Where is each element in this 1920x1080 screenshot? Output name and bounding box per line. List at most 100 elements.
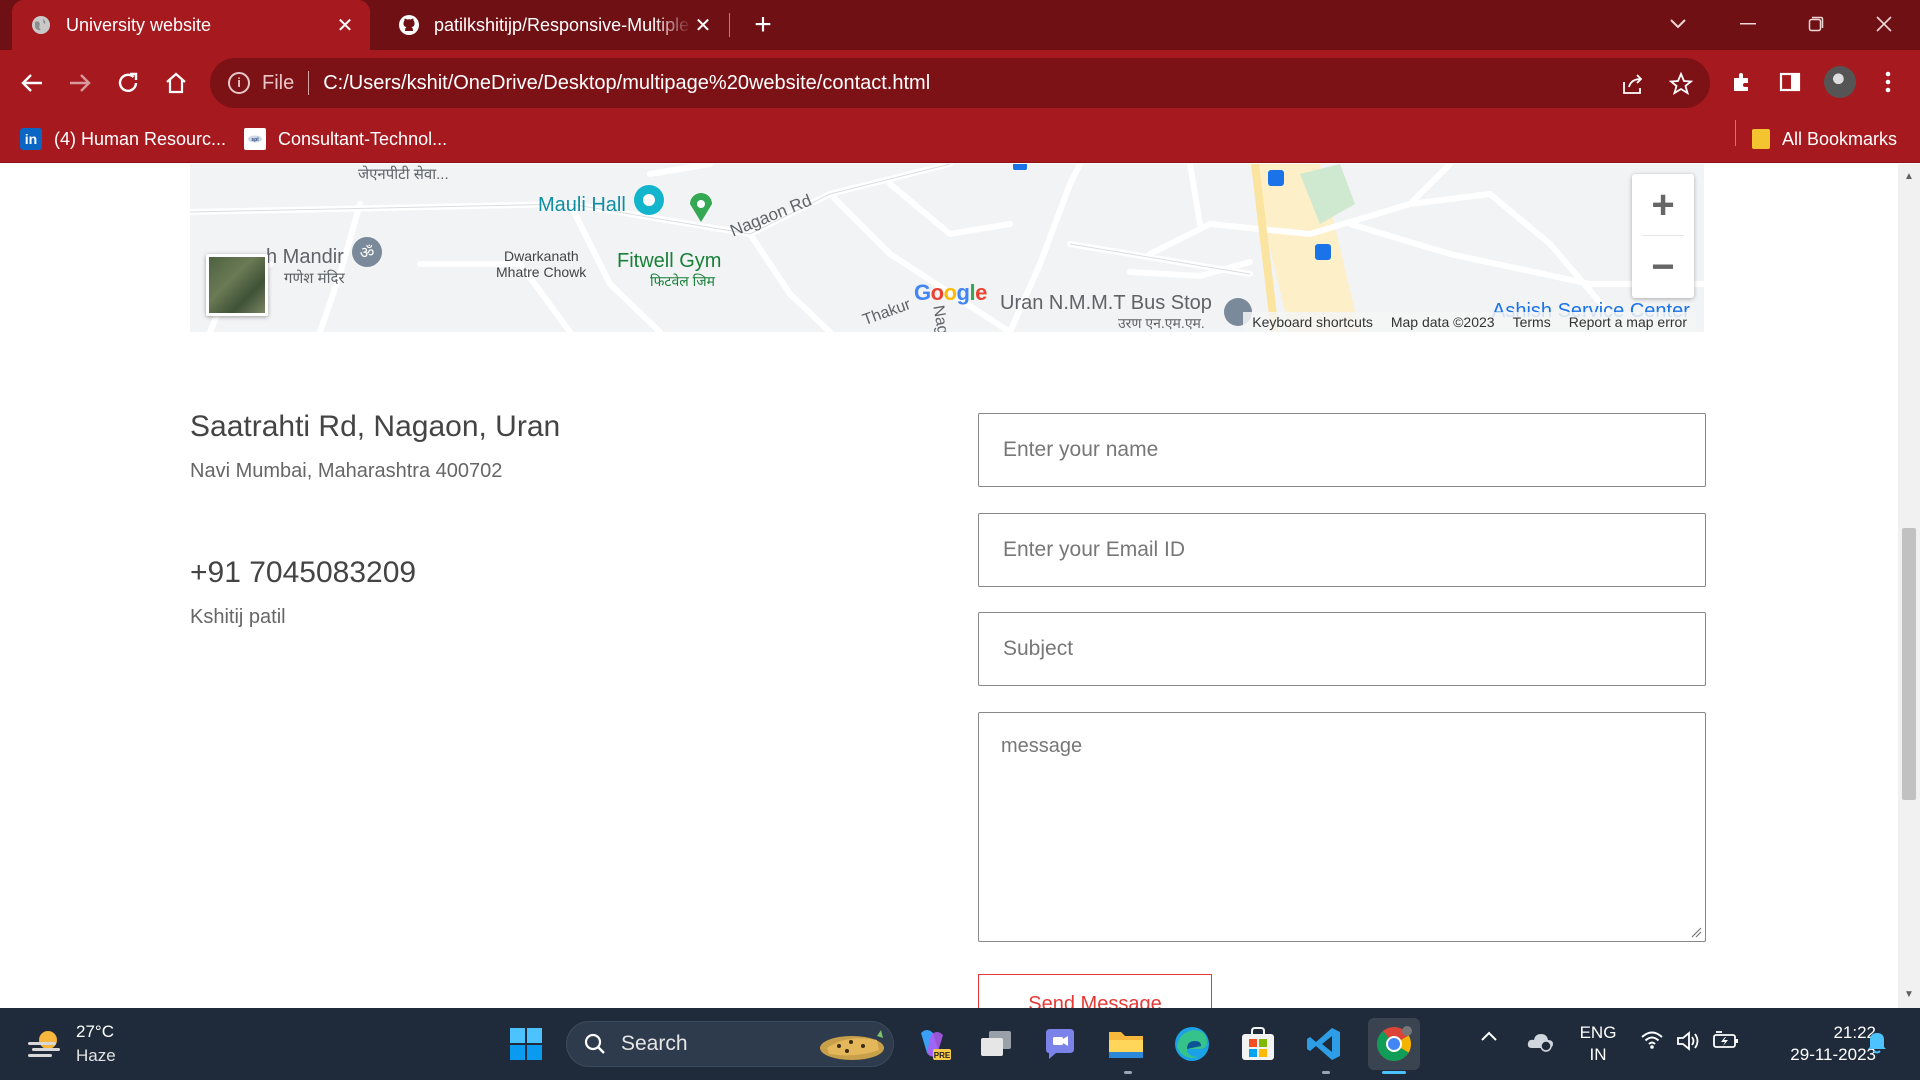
tab-university-website[interactable]: University website ✕ — [12, 0, 370, 50]
map-data-text: Map data ©2023 — [1390, 314, 1495, 330]
map-label: Mauli Hall — [538, 194, 626, 216]
close-tab-icon[interactable]: ✕ — [334, 14, 356, 37]
tab-title: University website — [66, 14, 212, 35]
system-clock[interactable]: 21:22 29-11-2023 — [1760, 1022, 1876, 1066]
close-window-icon[interactable] — [1866, 8, 1902, 40]
map-label: h Mandir — [266, 246, 344, 268]
map-roads: ॐ — [190, 164, 1704, 332]
task-view-icon[interactable] — [974, 1022, 1018, 1066]
close-tab-icon[interactable]: ✕ — [692, 14, 714, 37]
extensions-icon[interactable] — [1726, 66, 1758, 98]
restore-icon[interactable] — [1798, 8, 1834, 40]
weather-temperature[interactable]: 27°C — [76, 1022, 114, 1042]
name-input[interactable] — [978, 413, 1706, 487]
map-label: Fitwell Gym — [617, 250, 722, 272]
contact-name: Kshitij patil — [190, 606, 286, 628]
terms-link[interactable]: Terms — [1504, 314, 1560, 330]
tab-github-repo[interactable]: patilkshitijp/Responsive-Multiple ✕ — [380, 0, 728, 50]
wifi-icon[interactable] — [1640, 1030, 1664, 1050]
zoom-in-button[interactable]: + — [1632, 174, 1694, 236]
bookmark-consultant[interactable]: spl Consultant-Technol... — [244, 125, 447, 153]
map-label: Dwarkanath — [504, 248, 579, 264]
send-message-button[interactable]: Send Message — [978, 974, 1212, 1008]
windows-taskbar: 27°C Haze Search PRE ENG IN 21:22 29-11-… — [0, 1008, 1920, 1080]
map-label: Uran N.M.M.T Bus Stop — [1000, 292, 1212, 314]
subject-input[interactable] — [978, 612, 1706, 686]
globe-icon — [30, 14, 52, 36]
bookmark-star-icon[interactable] — [1668, 71, 1694, 97]
weather-description[interactable]: Haze — [76, 1046, 116, 1066]
profile-avatar[interactable] — [1824, 66, 1856, 98]
scroll-up-icon[interactable]: ▲ — [1898, 168, 1920, 186]
onedrive-cloud-icon[interactable] — [1526, 1030, 1554, 1052]
search-highlight-icon — [820, 1030, 884, 1060]
app-active-indicator — [1382, 1071, 1406, 1074]
scroll-down-icon[interactable]: ▼ — [1898, 986, 1920, 1004]
side-panel-icon[interactable] — [1774, 66, 1806, 98]
menu-kebab-icon[interactable] — [1872, 66, 1904, 98]
all-bookmarks[interactable]: All Bookmarks — [1752, 125, 1897, 153]
page-scrollbar[interactable]: ▲ ▼ — [1898, 164, 1920, 1008]
battery-charging-icon[interactable] — [1712, 1030, 1740, 1050]
file-explorer-icon[interactable] — [1104, 1022, 1148, 1066]
address-heading: Saatrahti Rd, Nagaon, Uran — [190, 410, 561, 443]
info-icon[interactable]: i — [228, 72, 250, 94]
reload-icon[interactable] — [110, 65, 146, 101]
windows-start-icon[interactable] — [504, 1022, 548, 1066]
bookmarks-bar: in (4) Human Resourc... spl Consultant-T… — [0, 115, 1920, 163]
region-code: IN — [1589, 1045, 1607, 1064]
share-icon[interactable] — [1620, 71, 1646, 97]
resize-grip-icon[interactable] — [1690, 926, 1702, 938]
tab-search-chevron-icon[interactable] — [1660, 8, 1696, 40]
scheme-label: File — [262, 71, 295, 94]
svg-text:PRE: PRE — [934, 1051, 951, 1060]
keyboard-shortcuts-link[interactable]: Keyboard shortcuts — [1243, 314, 1382, 330]
volume-icon[interactable] — [1676, 1030, 1702, 1052]
tab-title: patilkshitijp/Responsive-Multiple — [434, 14, 690, 35]
github-icon — [398, 14, 420, 36]
search-icon — [584, 1033, 605, 1054]
vscode-icon[interactable] — [1302, 1022, 1346, 1066]
taskbar-search[interactable]: Search — [566, 1021, 894, 1067]
new-tab-icon[interactable]: + — [748, 10, 778, 40]
browser-toolbar: i File C:/Users/kshit/OneDrive/Desktop/m… — [0, 50, 1920, 115]
teams-chat-icon[interactable] — [1038, 1022, 1082, 1066]
scroll-thumb[interactable] — [1902, 528, 1916, 800]
email-input[interactable] — [978, 513, 1706, 587]
google-logo: Google — [914, 280, 987, 305]
language-code: ENG — [1579, 1023, 1617, 1042]
chrome-icon[interactable] — [1368, 1018, 1420, 1070]
all-bookmarks-label: All Bookmarks — [1782, 128, 1898, 149]
zoom-out-button[interactable]: − — [1632, 236, 1694, 298]
language-indicator[interactable]: ENG IN — [1578, 1022, 1618, 1066]
satellite-toggle[interactable] — [206, 254, 268, 316]
map-label: उरण एन.एम.एम. — [1118, 315, 1205, 331]
copilot-icon[interactable]: PRE — [910, 1022, 954, 1066]
microsoft-store-icon[interactable] — [1236, 1022, 1280, 1066]
url-text[interactable]: C:/Users/kshit/OneDrive/Desktop/multipag… — [323, 72, 930, 95]
address-bar[interactable]: i File C:/Users/kshit/OneDrive/Desktop/m… — [210, 58, 1710, 108]
minimize-icon[interactable] — [1730, 8, 1766, 40]
site-icon: spl — [244, 128, 266, 150]
map-footer: Keyboard shortcuts Map data ©2023 Terms … — [1243, 312, 1696, 332]
linkedin-icon: in — [20, 128, 42, 150]
show-hidden-icons-chevron-icon[interactable] — [1480, 1030, 1498, 1042]
bookmark-linkedin[interactable]: in (4) Human Resourc... — [20, 125, 226, 153]
haze-weather-icon[interactable] — [26, 1026, 66, 1062]
notification-bell-icon[interactable] — [1866, 1030, 1888, 1054]
app-running-indicator — [1124, 1071, 1132, 1074]
back-icon[interactable] — [14, 65, 50, 101]
address-subtext: Navi Mumbai, Maharashtra 400702 — [190, 460, 503, 482]
google-map[interactable]: ॐ जेएनपीटी सेवा... Mauli Hall Nagaon Rd … — [190, 164, 1704, 332]
bookmarks-separator — [1735, 120, 1736, 146]
tab-separator — [729, 13, 730, 37]
message-textarea[interactable] — [978, 712, 1706, 942]
folder-icon — [1752, 129, 1770, 149]
page-viewport: ॐ जेएनपीटी सेवा... Mauli Hall Nagaon Rd … — [0, 164, 1898, 1008]
omnibox-divider — [308, 71, 310, 95]
phone-number: +91 7045083209 — [190, 556, 417, 589]
home-icon[interactable] — [158, 65, 194, 101]
forward-icon[interactable] — [62, 65, 98, 101]
report-error-link[interactable]: Report a map error — [1560, 314, 1696, 330]
edge-icon[interactable] — [1170, 1022, 1214, 1066]
